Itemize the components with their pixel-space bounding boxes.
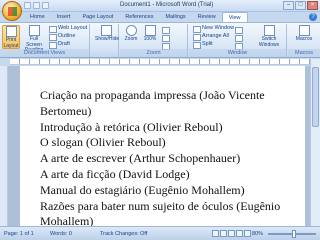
text-line[interactable]: Manual do estagiário (Eugênio Mohallem): [40, 183, 302, 199]
close-button[interactable]: ×: [307, 1, 318, 10]
zoom-button[interactable]: Zoom: [122, 25, 140, 49]
tab-home[interactable]: Home: [24, 12, 51, 22]
magnifier-icon: [125, 25, 137, 36]
group-zoom: Zoom 100% Zoom: [120, 24, 188, 57]
group-document-views: Print Layout Full Screen Reading Web Lay…: [0, 24, 90, 57]
draft-button[interactable]: Draft: [49, 41, 70, 49]
draft-view-icon[interactable]: [244, 230, 251, 237]
print-layout-label: Print Layout: [3, 37, 19, 49]
document-text[interactable]: Criação na propaganda impressa (João Vic…: [40, 88, 302, 230]
text-line[interactable]: O slogan (Olivier Reboul): [40, 135, 302, 151]
track-changes-status[interactable]: Track Changes: Off: [100, 231, 147, 237]
web-layout-view-icon[interactable]: [228, 230, 235, 237]
zoom-level[interactable]: 80%: [252, 231, 263, 237]
vertical-scrollbar[interactable]: [310, 59, 320, 226]
full-screen-reading-icon: [28, 25, 40, 36]
full-screen-reading-button[interactable]: Full Screen Reading: [22, 25, 46, 53]
show-hide-icon: [100, 25, 112, 36]
window-controls: – □ ×: [283, 1, 318, 10]
show-hide-label: Show/Hide: [95, 36, 120, 42]
tab-review[interactable]: Review: [192, 12, 222, 22]
group-label-document-views: Document Views: [0, 49, 89, 57]
web-layout-button[interactable]: Web Layout: [49, 25, 87, 33]
document-page[interactable]: Criação na propaganda impressa (João Vic…: [20, 66, 305, 228]
outline-view-icon[interactable]: [236, 230, 243, 237]
tab-insert[interactable]: Insert: [51, 12, 77, 22]
redo-icon[interactable]: [42, 2, 49, 9]
macros-button[interactable]: Macros: [293, 25, 315, 49]
reset-window-position-button[interactable]: [235, 42, 244, 50]
page-count[interactable]: Page: 1 of 1: [4, 231, 34, 237]
window-title: Document1 - Microsoft Word (Trial): [120, 2, 214, 8]
zoom-100-button[interactable]: 100%: [141, 25, 159, 49]
undo-icon[interactable]: [33, 2, 40, 9]
ribbon-tabs: Home Insert Page Layout References Maili…: [24, 12, 248, 22]
minimize-button[interactable]: –: [283, 1, 294, 10]
two-pages-button[interactable]: [162, 34, 171, 42]
group-label-zoom: Zoom: [120, 49, 187, 57]
help-icon[interactable]: ?: [309, 13, 317, 21]
group-window: New Window Arrange All Split Switch Wind…: [189, 24, 287, 57]
split-button[interactable]: Split: [193, 41, 213, 49]
arrange-all-button[interactable]: Arrange All: [193, 33, 229, 41]
status-bar: Page: 1 of 1 Words: 0 Track Changes: Off…: [0, 226, 320, 240]
scrollbar-thumb[interactable]: [312, 67, 319, 127]
switch-windows-button[interactable]: Switch Windows: [255, 25, 283, 49]
text-line[interactable]: A arte de escrever (Arthur Schopenhauer): [40, 151, 302, 167]
text-line[interactable]: A arte da ficção (David Lodge): [40, 167, 302, 183]
outline-button[interactable]: Outline: [49, 33, 75, 41]
word-count[interactable]: Words: 0: [50, 231, 72, 237]
group-show-hide: Show/Hide: [91, 24, 119, 57]
macros-icon: [298, 25, 310, 36]
horizontal-ruler[interactable]: [10, 59, 310, 65]
save-icon[interactable]: [24, 2, 31, 9]
maximize-button[interactable]: □: [295, 1, 306, 10]
switch-windows-label: Switch Windows: [258, 36, 280, 48]
zoom-100-label: 100%: [143, 36, 157, 42]
print-layout-view-icon[interactable]: [212, 230, 219, 237]
group-macros: Macros Macros: [288, 24, 320, 57]
text-line[interactable]: Criação na propaganda impressa (João Vic…: [40, 88, 302, 120]
switch-windows-icon: [263, 25, 275, 36]
macros-button-label: Macros: [295, 36, 313, 42]
tab-mailings[interactable]: Mailings: [159, 12, 191, 22]
group-label-window: Window: [189, 49, 286, 57]
zoom-100-icon: [144, 25, 156, 36]
print-layout-button[interactable]: Print Layout: [2, 25, 20, 49]
new-window-button[interactable]: New Window: [193, 25, 234, 33]
tab-references[interactable]: References: [119, 12, 159, 22]
zoom-button-label: Zoom: [124, 36, 138, 42]
full-screen-view-icon[interactable]: [220, 230, 227, 237]
page-width-button[interactable]: [162, 42, 171, 50]
tab-page-layout[interactable]: Page Layout: [76, 12, 119, 22]
view-buttons: [212, 230, 251, 237]
synchronous-scrolling-button[interactable]: [235, 34, 244, 42]
view-side-by-side-button[interactable]: [235, 26, 244, 34]
group-label-macros: Macros: [288, 49, 320, 57]
vertical-ruler[interactable]: [0, 66, 8, 226]
ribbon: Print Layout Full Screen Reading Web Lay…: [0, 22, 320, 58]
one-page-button[interactable]: [162, 26, 171, 34]
text-line[interactable]: Introdução à retórica (Olivier Reboul): [40, 120, 302, 136]
zoom-slider-handle[interactable]: [292, 230, 296, 238]
document-area: Criação na propaganda impressa (João Vic…: [8, 66, 310, 228]
tab-view[interactable]: View: [221, 12, 248, 22]
print-layout-icon: [5, 26, 17, 37]
quick-access-toolbar: [24, 2, 49, 9]
title-bar: Document1 - Microsoft Word (Trial) – □ ×: [0, 0, 320, 12]
office-button[interactable]: [2, 1, 22, 21]
show-hide-button[interactable]: Show/Hide: [95, 25, 120, 49]
